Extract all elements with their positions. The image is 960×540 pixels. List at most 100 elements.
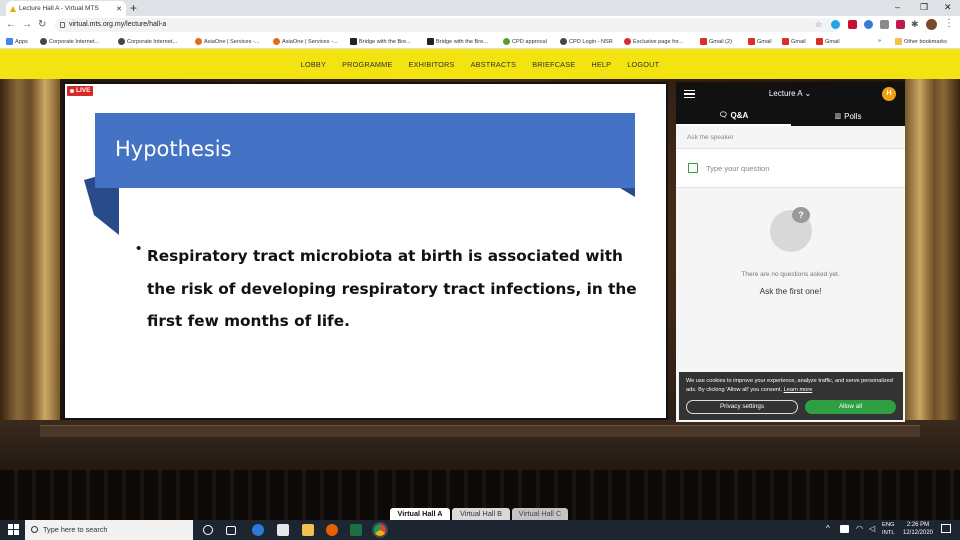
tab-polls[interactable]: ▥ Polls <box>791 106 905 126</box>
extension-icon[interactable] <box>896 20 905 29</box>
puzzle-extensions-icon[interactable]: ✱ <box>911 19 919 30</box>
maximize-button[interactable]: ❐ <box>920 2 928 13</box>
nav-programme[interactable]: PROGRAMME <box>334 60 400 69</box>
bookmarks-overflow[interactable]: » <box>878 38 881 44</box>
bullet-point: • <box>136 240 142 257</box>
reload-icon[interactable]: ↻ <box>38 19 46 31</box>
bookmark-gmail[interactable]: Gmail (2) <box>700 38 732 45</box>
bookmark-item[interactable]: AsiaOne | Services -... <box>273 38 338 45</box>
tab-virtual-hall-a[interactable]: Virtual Hall A <box>390 508 450 520</box>
asiaone-icon <box>273 38 280 45</box>
tray-overflow-icon[interactable]: ^ <box>826 524 830 533</box>
nav-lobby[interactable]: LOBBY <box>293 60 334 69</box>
slide-title: Hypothesis <box>115 137 232 161</box>
task-view-icon[interactable] <box>226 526 236 535</box>
excel-icon[interactable] <box>350 524 362 536</box>
gmail-icon <box>700 38 707 45</box>
bookmark-item[interactable]: Exclusive page for... <box>624 38 683 45</box>
privacy-settings-button[interactable]: Privacy settings <box>686 400 798 414</box>
site-nav-menu: LOBBY PROGRAMME EXHIBITORS ABSTRACTS BRI… <box>0 49 960 79</box>
profile-avatar[interactable] <box>926 19 937 30</box>
new-tab-button[interactable]: + <box>130 2 137 14</box>
file-explorer-icon[interactable] <box>302 524 314 536</box>
other-bookmarks[interactable]: Other bookmarks <box>895 38 947 45</box>
cloud-extension-icon[interactable] <box>831 20 840 29</box>
hamburger-menu-icon[interactable] <box>684 90 695 98</box>
address-bar[interactable]: virtual.mts.org.my/lecture/hall-a ☆ <box>55 18 840 32</box>
bookmark-item[interactable]: Bridge with the Bre... <box>350 38 411 45</box>
asiaone-icon <box>195 38 202 45</box>
edge-browser-icon[interactable] <box>252 524 264 536</box>
taskbar-clock[interactable]: 2:26 PM 12/12/2020 <box>900 521 936 537</box>
extension-icon[interactable] <box>848 20 857 29</box>
chat-icon: 🗨 <box>718 112 728 119</box>
battery-icon[interactable] <box>840 525 849 533</box>
language-indicator[interactable]: ENG INTL <box>882 521 895 537</box>
minimize-button[interactable]: – <box>895 2 900 12</box>
bookmark-item[interactable]: Corporate Internet... <box>118 38 177 45</box>
volume-icon[interactable]: ◁ <box>869 524 875 533</box>
browser-menu-icon[interactable]: ⋮ <box>944 18 954 29</box>
bookmark-item[interactable]: Bridge with the Bre... <box>427 38 488 45</box>
bookmark-item[interactable]: CPD approval <box>503 38 547 45</box>
left-pillar <box>30 79 60 439</box>
bookmark-page-icon <box>427 38 434 45</box>
folder-icon <box>895 38 902 45</box>
right-pillar <box>905 79 935 439</box>
bookmark-page-icon <box>624 38 631 45</box>
gmail-icon <box>816 38 823 45</box>
wifi-icon[interactable]: ◠ <box>856 524 863 533</box>
bookmark-gmail[interactable]: Gmail <box>782 38 806 45</box>
nav-logout[interactable]: LOGOUT <box>619 60 667 69</box>
forward-icon[interactable]: → <box>22 19 32 31</box>
bookmark-item[interactable]: Corporate Internet... <box>40 38 99 45</box>
allow-all-button[interactable]: Allow all <box>805 400 896 414</box>
tab-virtual-hall-b[interactable]: Virtual Hall B <box>452 508 510 520</box>
firefox-icon[interactable] <box>326 524 338 536</box>
question-input[interactable] <box>706 160 896 176</box>
tab-close-icon[interactable]: ✕ <box>116 5 122 13</box>
user-avatar[interactable]: H <box>882 87 896 101</box>
extension-icon[interactable] <box>880 20 889 29</box>
back-icon[interactable]: ← <box>6 19 16 31</box>
tab-virtual-hall-c[interactable]: Virtual Hall C <box>512 508 568 520</box>
learn-more-link[interactable]: Learn more <box>784 387 813 393</box>
bookmark-item[interactable]: CPD Login - NSR <box>560 38 613 45</box>
windows-start-icon[interactable] <box>8 524 19 535</box>
nav-briefcase[interactable]: BRIEFCASE <box>524 60 583 69</box>
browser-tab[interactable]: Lecture Hall A - Virtual MTS ✕ <box>6 1 126 16</box>
question-mark-icon: ? <box>792 207 810 223</box>
nav-exhibitors[interactable]: EXHIBITORS <box>401 60 463 69</box>
bookmark-gmail[interactable]: Gmail <box>816 38 840 45</box>
lock-icon <box>60 22 65 28</box>
live-badge: LIVE <box>67 86 94 96</box>
bookmark-page-icon <box>350 38 357 45</box>
cpd-icon <box>503 38 510 45</box>
empty-message: There are no questions asked yet. <box>741 271 840 278</box>
pencil-edit-icon <box>688 163 698 173</box>
tab-qa[interactable]: 🗨 Q&A <box>676 106 791 126</box>
close-window-button[interactable]: ✕ <box>944 2 952 13</box>
nav-help[interactable]: HELP <box>583 60 619 69</box>
search-icon <box>31 526 38 533</box>
chrome-icon[interactable] <box>372 522 388 538</box>
bar-chart-icon: ▥ <box>834 113 842 120</box>
lecture-selector[interactable]: Lecture A ⌄ <box>740 89 840 98</box>
bookmark-item[interactable]: AsiaOne | Services -... <box>195 38 260 45</box>
warning-icon <box>10 5 16 12</box>
gmail-icon <box>748 38 755 45</box>
qa-panel <box>676 82 905 422</box>
live-dot-icon <box>70 89 74 93</box>
bookmark-apps[interactable]: Apps <box>6 38 28 45</box>
star-icon[interactable]: ☆ <box>815 18 822 32</box>
notifications-icon[interactable] <box>941 524 951 533</box>
store-icon[interactable] <box>277 524 289 536</box>
taskbar-search[interactable]: Type here to search <box>25 520 193 540</box>
bookmark-gmail[interactable]: Gmail <box>748 38 772 45</box>
empty-cta: Ask the first one! <box>759 286 822 296</box>
bookmarks-bar: Apps Corporate Internet... Corporate Int… <box>0 34 960 49</box>
nav-abstracts[interactable]: ABSTRACTS <box>463 60 525 69</box>
extension-icon[interactable] <box>864 20 873 29</box>
browser-tab-strip <box>0 0 960 16</box>
cortana-icon[interactable] <box>203 525 213 535</box>
